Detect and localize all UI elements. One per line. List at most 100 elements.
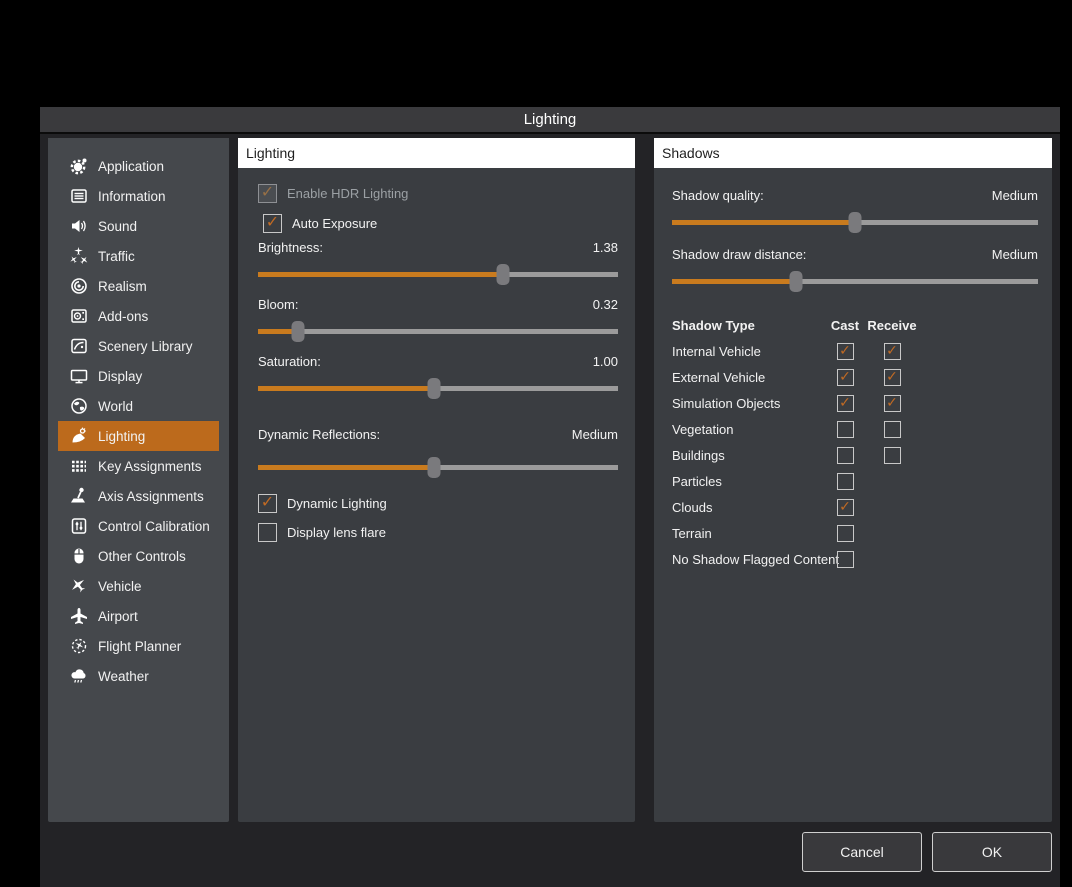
simulation-objects-cast-checkbox[interactable]: ✓ [837,395,854,412]
brightness-slider[interactable] [258,264,618,285]
sidebar-item-sound[interactable]: Sound [58,211,219,241]
row-label: Terrain [672,520,822,546]
keyboard-icon [68,456,90,476]
receive-header: Receive [868,312,916,338]
enable-hdr-checkbox[interactable]: ✓ [258,184,277,203]
cancel-button[interactable]: Cancel [802,832,922,872]
sidebar-item-label: Axis Assignments [98,489,204,504]
vegetation-cast-checkbox[interactable]: ✓ [837,421,854,438]
sidebar-item-lighting[interactable]: Lighting [58,421,219,451]
world-globe-icon [68,396,90,416]
lighting-panel-title: Lighting [246,145,295,161]
shadow-draw-distance-label-row: Shadow draw distance: Medium [672,247,1038,263]
internal-vehicle-cast-checkbox[interactable]: ✓ [837,343,854,360]
lighting-panel-header: Lighting [238,138,635,168]
internal-vehicle-receive-checkbox[interactable]: ✓ [884,343,901,360]
sidebar-item-traffic[interactable]: Traffic [58,241,219,271]
calibration-sliders-icon [68,516,90,536]
dynamic-reflections-slider[interactable] [258,457,618,478]
sidebar-item-label: Other Controls [98,549,186,564]
slider-track[interactable] [258,272,618,277]
route-plane-icon [68,636,90,656]
slider-fill [258,465,434,470]
mouse-icon [68,546,90,566]
rain-cloud-icon [68,666,90,686]
sidebar-item-label: Sound [98,219,137,234]
sidebar-item-label: Control Calibration [98,519,210,534]
slider-handle[interactable] [849,212,862,233]
sidebar-item-label: Traffic [98,249,135,264]
slider-handle[interactable] [428,457,441,478]
sidebar-item-key-assignments[interactable]: Key Assignments [58,451,219,481]
row-label: Clouds [672,494,822,520]
external-vehicle-cast-checkbox[interactable]: ✓ [837,369,854,386]
sidebar-item-application[interactable]: Application [58,151,219,181]
clouds-cast-checkbox[interactable]: ✓ [837,499,854,516]
ok-button-label: OK [982,844,1002,860]
shadows-panel-title: Shadows [662,145,720,161]
sidebar-item-scenery-library[interactable]: Scenery Library [58,331,219,361]
particles-cast-checkbox[interactable]: ✓ [837,473,854,490]
saturation-value: 1.00 [593,354,618,370]
sidebar-item-other-controls[interactable]: Other Controls [58,541,219,571]
sidebar-item-information[interactable]: Information [58,181,219,211]
sidebar-item-label: Add-ons [98,309,148,324]
shadow-quality-slider[interactable] [672,212,1038,233]
sidebar-item-weather[interactable]: Weather [58,661,219,691]
vegetation-receive-checkbox[interactable]: ✓ [884,421,901,438]
sidebar-item-realism[interactable]: Realism [58,271,219,301]
sidebar-item-vehicle[interactable]: Vehicle [58,571,219,601]
shadow-draw-distance-slider[interactable] [672,271,1038,292]
dialog-titlebar: Lighting [40,107,1060,134]
auto-exposure-checkbox[interactable]: ✓ [263,214,282,233]
shadow-quality-label-row: Shadow quality: Medium [672,188,1038,204]
external-vehicle-receive-checkbox[interactable]: ✓ [884,369,901,386]
slider-handle[interactable] [291,321,304,342]
lens-flare-row: ✓ Display lens flare [258,523,618,542]
sidebar-item-flight-planner[interactable]: Flight Planner [58,631,219,661]
brightness-label: Brightness: [258,240,323,256]
lens-flare-checkbox[interactable]: ✓ [258,523,277,542]
sidebar-item-control-calibration[interactable]: Control Calibration [58,511,219,541]
terrain-cast-checkbox[interactable]: ✓ [837,525,854,542]
sidebar-item-airport[interactable]: Airport [58,601,219,631]
auto-exposure-row: ✓ Auto Exposure [263,214,618,233]
slider-handle[interactable] [428,378,441,399]
row-label: Particles [672,468,822,494]
ok-button[interactable]: OK [932,832,1052,872]
slider-handle[interactable] [496,264,509,285]
check-icon: ✓ [261,185,274,201]
check-icon: ✓ [886,369,898,383]
addons-box-icon [68,306,90,326]
sidebar-item-label: Scenery Library [98,339,193,354]
brightness-label-row: Brightness: 1.38 [258,240,618,256]
buildings-cast-checkbox[interactable]: ✓ [837,447,854,464]
sidebar-item-world[interactable]: World [58,391,219,421]
shadow-quality-label: Shadow quality: [672,188,764,204]
shadow-type-header: Shadow Type [672,312,822,338]
saturation-slider[interactable] [258,378,618,399]
slider-handle[interactable] [790,271,803,292]
speaker-icon [68,216,90,236]
slider-fill [258,272,503,277]
row-label: No Shadow Flagged Content [672,546,822,572]
dynamic-lighting-checkbox[interactable]: ✓ [258,494,277,513]
slider-track[interactable] [258,329,618,334]
dynamic-lighting-row: ✓ Dynamic Lighting [258,494,618,513]
sidebar-item-axis-assignments[interactable]: Axis Assignments [58,481,219,511]
no-shadow-flagged-content-cast-checkbox[interactable]: ✓ [837,551,854,568]
shadow-quality-value: Medium [992,188,1038,204]
slider-fill [258,386,434,391]
sidebar-item-label: Realism [98,279,147,294]
cast-header: Cast [822,312,868,338]
buildings-receive-checkbox[interactable]: ✓ [884,447,901,464]
simulation-objects-receive-checkbox[interactable]: ✓ [884,395,901,412]
shadow-draw-distance-label: Shadow draw distance: [672,247,806,263]
sidebar-item-display[interactable]: Display [58,361,219,391]
slider-track[interactable] [672,279,1038,284]
bloom-slider[interactable] [258,321,618,342]
joystick-icon [68,486,90,506]
sidebar-item-addons[interactable]: Add-ons [58,301,219,331]
sidebar-item-label: Application [98,159,164,174]
row-label: Buildings [672,442,822,468]
